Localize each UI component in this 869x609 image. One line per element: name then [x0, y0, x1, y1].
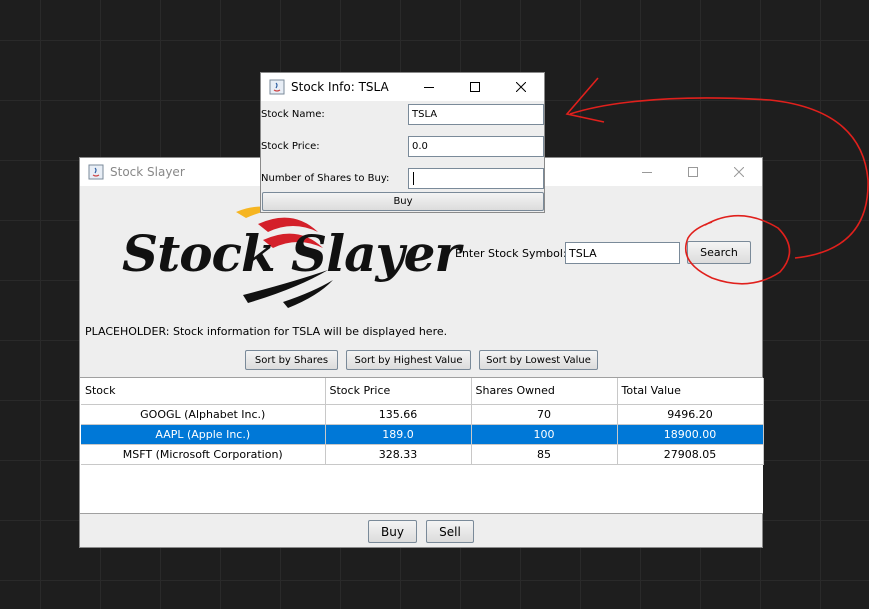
- stock-name-label: Stock Name:: [261, 109, 325, 120]
- column-header-shares-owned[interactable]: Shares Owned: [471, 378, 618, 405]
- sort-by-shares-button[interactable]: Sort by Shares: [245, 350, 338, 370]
- cell-shares[interactable]: 100: [471, 424, 618, 445]
- close-button[interactable]: [716, 158, 762, 186]
- cell-stock[interactable]: MSFT (Microsoft Corporation): [81, 444, 326, 465]
- stock-price-label: Stock Price:: [261, 141, 320, 152]
- dialog-title: Stock Info: TSLA: [291, 80, 389, 94]
- stock-info-placeholder: PLACEHOLDER: Stock information for TSLA …: [85, 325, 448, 338]
- column-header-total-value[interactable]: Total Value: [617, 378, 764, 405]
- sort-by-lowest-value-button[interactable]: Sort by Lowest Value: [479, 350, 598, 370]
- cell-shares[interactable]: 70: [471, 404, 618, 425]
- sell-button[interactable]: Sell: [426, 520, 474, 543]
- table-row[interactable]: MSFT (Microsoft Corporation) 328.33 85 2…: [81, 444, 764, 465]
- dialog-minimize-button[interactable]: [406, 73, 452, 101]
- cell-price[interactable]: 328.33: [325, 444, 472, 465]
- table-header-row: Stock Stock Price Shares Owned Total Val…: [81, 378, 764, 405]
- minimize-icon: [642, 172, 652, 173]
- cell-stock[interactable]: GOOGL (Alphabet Inc.): [81, 404, 326, 425]
- dialog-maximize-button[interactable]: [452, 73, 498, 101]
- stock-info-dialog: Stock Info: TSLA Stock Name: TSLA Stock …: [260, 72, 545, 213]
- stocks-table: Stock Stock Price Shares Owned Total Val…: [81, 378, 764, 465]
- java-app-icon: [88, 164, 104, 180]
- dialog-titlebar[interactable]: Stock Info: TSLA: [261, 73, 544, 101]
- cell-price[interactable]: 135.66: [325, 404, 472, 425]
- text-caret: [413, 172, 414, 185]
- maximize-icon: [688, 167, 698, 177]
- maximize-button[interactable]: [670, 158, 716, 186]
- table-row-selected[interactable]: AAPL (Apple Inc.) 189.0 100 18900.00: [81, 424, 764, 445]
- maximize-icon: [470, 82, 480, 92]
- dialog-buy-button[interactable]: Buy: [262, 192, 544, 211]
- cell-price[interactable]: 189.0: [325, 424, 472, 445]
- stock-symbol-input[interactable]: TSLA: [565, 242, 680, 264]
- table-row[interactable]: GOOGL (Alphabet Inc.) 135.66 70 9496.20: [81, 404, 764, 425]
- arrow-head-annotation: [565, 77, 605, 123]
- main-window-title: Stock Slayer: [110, 165, 185, 179]
- search-button[interactable]: Search: [687, 241, 751, 264]
- column-header-stock[interactable]: Stock: [81, 378, 326, 405]
- minimize-button[interactable]: [624, 158, 670, 186]
- stock-name-field[interactable]: TSLA: [408, 104, 544, 125]
- minimize-icon: [424, 87, 434, 88]
- main-window: Stock Slayer Stock Slayer Enter Stock Sy…: [79, 157, 764, 548]
- search-label: Enter Stock Symbol:: [455, 247, 567, 260]
- shares-to-buy-label: Number of Shares to Buy:: [261, 173, 390, 184]
- cell-total[interactable]: 27908.05: [617, 444, 764, 465]
- cell-shares[interactable]: 85: [471, 444, 618, 465]
- stock-slayer-logo: Stock Slayer: [118, 200, 461, 310]
- stock-price-field[interactable]: 0.0: [408, 136, 544, 157]
- cell-total[interactable]: 18900.00: [617, 424, 764, 445]
- sort-by-highest-value-button[interactable]: Sort by Highest Value: [346, 350, 471, 370]
- buy-button[interactable]: Buy: [368, 520, 417, 543]
- cell-stock[interactable]: AAPL (Apple Inc.): [81, 424, 326, 445]
- dialog-close-button[interactable]: [498, 73, 544, 101]
- column-header-stock-price[interactable]: Stock Price: [325, 378, 472, 405]
- shares-to-buy-input[interactable]: [408, 168, 544, 189]
- close-icon: [516, 82, 526, 92]
- java-app-icon: [269, 79, 285, 95]
- close-icon: [734, 167, 744, 177]
- logo-text: Stock Slayer: [122, 224, 461, 283]
- cell-total[interactable]: 9496.20: [617, 404, 764, 425]
